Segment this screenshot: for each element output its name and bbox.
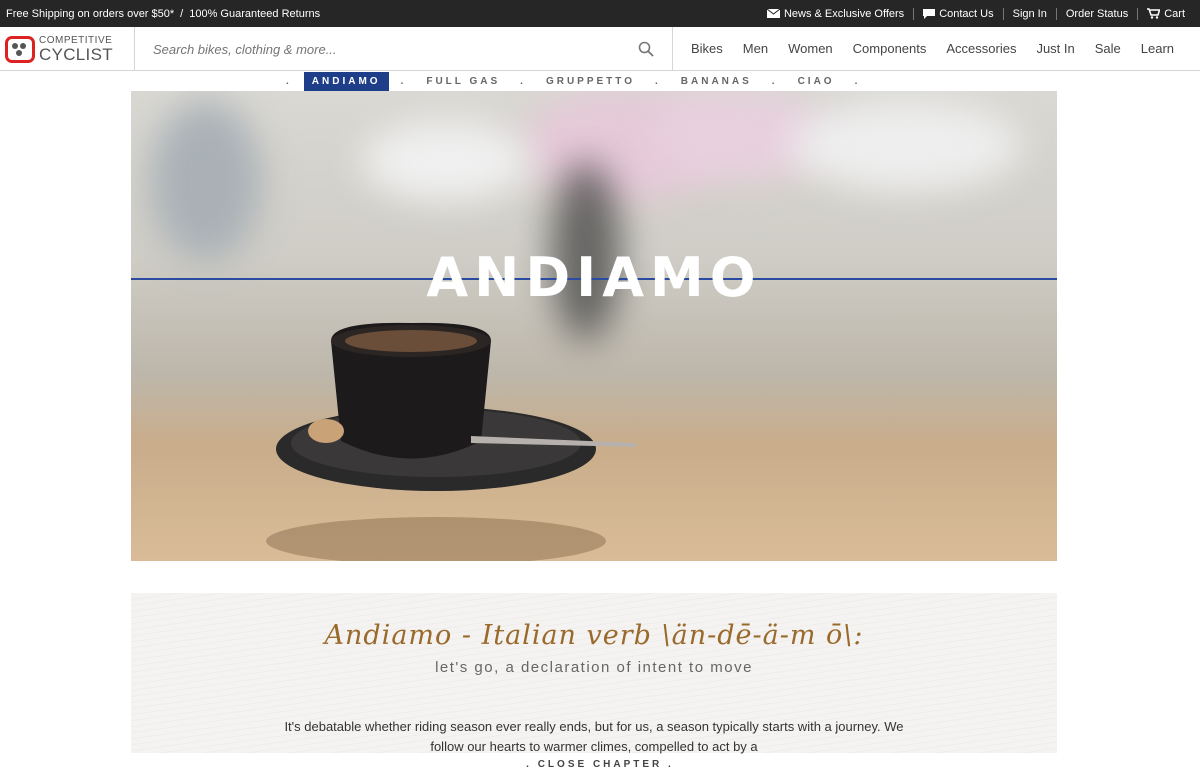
nav-sale[interactable]: Sale xyxy=(1085,41,1131,56)
search-input[interactable] xyxy=(153,41,603,57)
logo-line2: CYCLIST xyxy=(39,44,113,64)
intro-subheadline: let's go, a declaration of intent to mov… xyxy=(435,659,753,676)
chapter-dot: . xyxy=(400,76,407,87)
chapter-nav: . ANDIAMO . FULL GAS . GRUPPETTO . BANAN… xyxy=(274,72,872,91)
contact-us-link[interactable]: Contact Us xyxy=(913,7,1002,20)
nav-learn[interactable]: Learn xyxy=(1131,41,1184,56)
envelope-icon xyxy=(766,9,780,18)
utility-bar: Free Shipping on orders over $50* / 100%… xyxy=(0,0,1200,27)
nav-components[interactable]: Components xyxy=(843,41,937,56)
chapter-dot: . xyxy=(286,76,292,87)
chapter-dot: . xyxy=(520,76,526,87)
chapter-dot: . xyxy=(771,76,778,87)
sign-in-label: Sign In xyxy=(1012,7,1047,20)
logo-line1: COMPETITIVE xyxy=(39,34,113,46)
news-offers-link[interactable]: News & Exclusive Offers xyxy=(758,8,913,20)
chapter-andiamo[interactable]: ANDIAMO xyxy=(303,72,389,91)
free-shipping-text[interactable]: Free Shipping on orders over $50* xyxy=(6,8,174,20)
logo-mark-icon xyxy=(5,35,35,63)
nav-women[interactable]: Women xyxy=(778,41,843,56)
intro-panel: Andiamo - Italian verb \än-dē-ä-m ō\: le… xyxy=(131,593,1057,754)
nav-accessories[interactable]: Accessories xyxy=(936,41,1026,56)
chapter-bananas[interactable]: BANANAS xyxy=(673,72,760,91)
nav-bikes[interactable]: Bikes xyxy=(681,41,733,56)
nav-men[interactable]: Men xyxy=(733,41,778,56)
chapter-gruppetto[interactable]: GRUPPETTO xyxy=(538,72,643,91)
returns-text[interactable]: 100% Guaranteed Returns xyxy=(189,8,320,20)
sign-in-link[interactable]: Sign In xyxy=(1002,7,1056,20)
chat-bubble-icon xyxy=(923,8,936,19)
search-bar xyxy=(135,27,673,71)
cart-icon xyxy=(1147,8,1161,19)
order-status-label: Order Status xyxy=(1065,7,1129,20)
hero-title: ANDIAMO xyxy=(426,246,762,309)
close-chapter-button[interactable]: . CLOSE CHAPTER . xyxy=(0,757,1200,775)
chapter-ciao[interactable]: CIAO xyxy=(790,72,843,91)
espresso-cup-illustration xyxy=(266,322,636,561)
order-status-link[interactable]: Order Status xyxy=(1055,7,1137,20)
cart-link[interactable]: Cart xyxy=(1137,7,1194,20)
chapter-dot: . xyxy=(655,76,661,87)
separator: / xyxy=(180,7,184,20)
logo[interactable]: COMPETITIVE CYCLIST xyxy=(0,27,135,71)
chapter-dot: . xyxy=(854,76,861,87)
intro-body: It's debatable whether riding season eve… xyxy=(284,719,904,754)
intro-headline: Andiamo - Italian verb \än-dē-ä-m ō\: xyxy=(324,620,864,651)
site-header: COMPETITIVE CYCLIST Bikes Men Women Comp… xyxy=(0,27,1200,71)
main-nav: Bikes Men Women Components Accessories J… xyxy=(673,27,1184,70)
cart-label: Cart xyxy=(1164,7,1185,20)
contact-us-label: Contact Us xyxy=(939,7,994,20)
hero-image: ANDIAMO xyxy=(131,91,1057,561)
search-icon[interactable] xyxy=(638,41,654,57)
chapter-full-gas[interactable]: FULL GAS xyxy=(418,72,508,91)
nav-just-in[interactable]: Just In xyxy=(1026,41,1084,56)
news-offers-label: News & Exclusive Offers xyxy=(783,7,905,20)
